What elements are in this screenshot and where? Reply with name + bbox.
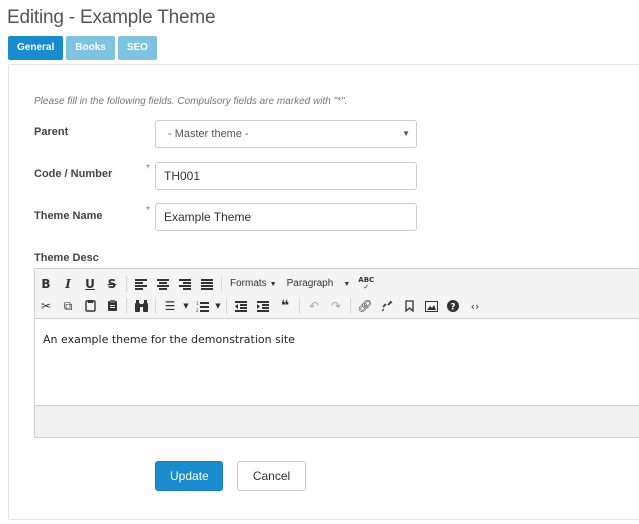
tab-general[interactable]: General: [8, 36, 64, 60]
toolbar-row-1: B I U S Formats ▼ Paragraph ▼ ABC ✓: [35, 273, 377, 295]
cut-icon[interactable]: ✂: [35, 296, 57, 316]
strikethrough-icon[interactable]: S: [101, 274, 123, 294]
parent-select[interactable]: - Master theme - ▼: [155, 120, 417, 148]
spellcheck-icon[interactable]: ABC ✓: [355, 274, 377, 294]
align-right-icon[interactable]: [174, 274, 196, 294]
theme-desc-label: Theme Desc: [34, 252, 99, 264]
outdent-icon[interactable]: [230, 296, 252, 316]
toolbar-separator: [126, 298, 127, 314]
tab-seo[interactable]: SEO: [117, 36, 157, 60]
source-code-icon[interactable]: ‹›: [464, 296, 486, 316]
find-replace-icon[interactable]: [130, 296, 152, 316]
align-justify-icon[interactable]: [196, 274, 218, 294]
bold-icon[interactable]: B: [35, 274, 57, 294]
caret-down-icon: ▼: [269, 281, 277, 288]
tab-bar: General Books SEO: [8, 36, 157, 60]
toolbar-separator: [221, 276, 222, 292]
theme-name-field[interactable]: [155, 203, 417, 231]
caret-down-icon: ▼: [343, 281, 351, 288]
svg-text:?: ?: [450, 303, 455, 313]
help-icon[interactable]: ?: [442, 296, 464, 316]
bookmark-icon[interactable]: [398, 296, 420, 316]
page-title: Editing - Example Theme: [7, 7, 216, 28]
form-intro: Please fill in the following fields. Com…: [34, 96, 348, 107]
undo-icon[interactable]: ↶: [303, 296, 325, 316]
blockquote-icon[interactable]: ❝: [274, 296, 296, 316]
toolbar-separator: [226, 298, 227, 314]
cancel-button[interactable]: Cancel: [237, 461, 306, 491]
toolbar-row-2: ✂ ⧉ ☰ ▼ 12 ▼ ❝ ↶ ↷ 🔗︎ ? ‹›: [35, 295, 486, 317]
bullet-list-dropdown[interactable]: ▼: [181, 296, 191, 316]
bullet-list-icon[interactable]: ☰: [159, 296, 181, 316]
toolbar-separator: [155, 298, 156, 314]
toolbar-separator: [350, 298, 351, 314]
formats-menu[interactable]: Formats ▼: [225, 274, 282, 294]
numbered-list-dropdown[interactable]: ▼: [213, 296, 223, 316]
editor-content[interactable]: An example theme for the demonstration s…: [35, 319, 639, 405]
svg-text:1: 1: [196, 301, 199, 306]
paste-icon[interactable]: [79, 296, 101, 316]
align-left-icon[interactable]: [130, 274, 152, 294]
code-field[interactable]: [155, 162, 417, 190]
chevron-down-icon: ▼: [402, 129, 410, 138]
image-icon[interactable]: [420, 296, 442, 316]
editor-statusbar: [35, 405, 639, 437]
redo-icon[interactable]: ↷: [325, 296, 347, 316]
link-icon[interactable]: 🔗︎: [354, 296, 376, 316]
formats-menu-label: Formats: [230, 278, 267, 289]
align-center-icon[interactable]: [152, 274, 174, 294]
update-button[interactable]: Update: [155, 461, 223, 491]
tab-books[interactable]: Books: [66, 36, 115, 60]
toolbar-separator: [126, 276, 127, 292]
copy-icon[interactable]: ⧉: [57, 296, 79, 316]
paragraph-menu[interactable]: Paragraph ▼: [282, 274, 356, 294]
paste-text-icon[interactable]: [101, 296, 123, 316]
rich-text-editor: B I U S Formats ▼ Paragraph ▼ ABC ✓ ✂ ⧉ …: [34, 268, 639, 438]
underline-icon[interactable]: U: [79, 274, 101, 294]
paragraph-menu-label: Paragraph: [286, 278, 334, 289]
svg-text:2: 2: [196, 308, 199, 312]
italic-icon[interactable]: I: [57, 274, 79, 294]
code-label: Code / Number: [34, 168, 113, 180]
editor-toolbar: B I U S Formats ▼ Paragraph ▼ ABC ✓ ✂ ⧉ …: [35, 269, 639, 319]
unlink-icon[interactable]: [376, 296, 398, 316]
parent-label: Parent: [34, 126, 69, 138]
theme-name-required-marker: *: [146, 205, 150, 216]
toolbar-separator: [299, 298, 300, 314]
theme-name-label: Theme Name: [34, 210, 103, 222]
numbered-list-icon[interactable]: 12: [191, 296, 213, 316]
parent-select-value: - Master theme -: [168, 128, 249, 140]
indent-icon[interactable]: [252, 296, 274, 316]
code-required-marker: *: [146, 163, 150, 174]
